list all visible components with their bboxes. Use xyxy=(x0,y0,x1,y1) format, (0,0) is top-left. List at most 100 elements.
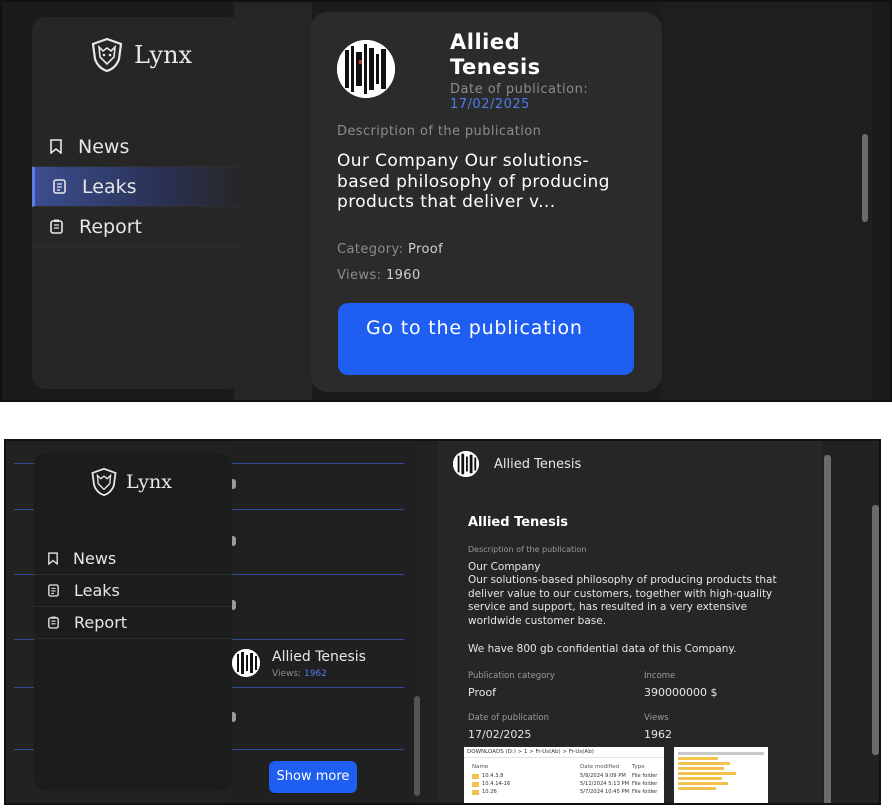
row-type: File folder xyxy=(632,781,658,787)
bookmark-icon xyxy=(48,552,58,565)
bookmark-icon xyxy=(50,139,62,154)
row-type: File folder xyxy=(632,789,658,795)
sidebar-item-leaks[interactable]: Leaks xyxy=(34,575,232,607)
list-item-avatar xyxy=(232,649,260,677)
company-name: Allied Tenesis xyxy=(450,30,541,79)
views-value: 1960 xyxy=(385,268,421,283)
row-date: 5/12/2024 5:13 PM xyxy=(580,781,630,787)
publication-date: 17/02/2025 xyxy=(450,97,530,112)
explorer-row: 10.4.3.8 5/9/2024 9:09 PM File folder xyxy=(464,772,664,780)
clipboard-icon xyxy=(50,219,63,234)
sidebar-item-label: Report xyxy=(74,613,128,632)
list-scrollbar[interactable] xyxy=(414,696,420,796)
page-scrollbar[interactable] xyxy=(872,505,879,755)
mini-row xyxy=(678,762,730,765)
explorer-path: DOWNLOADS (D:) > 1 > Fr-Us(Ab) > Fr-Us(A… xyxy=(464,747,664,758)
mini-row xyxy=(678,757,718,760)
mini-row xyxy=(678,782,728,785)
folder-icon xyxy=(472,773,479,779)
detail-title: Allied Tenesis xyxy=(468,515,569,530)
category-line: Category: Proof xyxy=(337,242,443,257)
mini-row xyxy=(678,777,722,780)
clipboard-icon xyxy=(48,616,59,629)
logo[interactable]: Lynx xyxy=(90,467,172,497)
description-label: Description of the publication xyxy=(468,545,587,554)
views-label: Views: xyxy=(272,669,302,679)
logo-text: Lynx xyxy=(126,471,172,493)
go-to-publication-button[interactable]: Go to the publication xyxy=(338,303,634,375)
sidebar-item-report[interactable]: Report xyxy=(32,207,242,247)
description-text: Our Company Our solutions-based philosop… xyxy=(337,151,610,212)
top-screenshot: Lynx News Leaks Report Allied Tenesis Da… xyxy=(0,0,892,402)
sidebar-item-leaks[interactable]: Leaks xyxy=(32,167,242,207)
views-line: Views: 1960 xyxy=(337,268,421,283)
views-value: 1962 xyxy=(303,669,327,679)
income-label: Income xyxy=(644,671,676,681)
sidebar-item-label: News xyxy=(78,135,130,158)
mini-row xyxy=(678,752,764,755)
publication-detail: Allied Tenesis Allied Tenesis Descriptio… xyxy=(438,441,822,803)
publication-list xyxy=(226,441,416,803)
explorer-header: Name Date modified Type xyxy=(464,758,664,772)
income-value: 390000000 $ xyxy=(644,686,718,699)
list-item-name[interactable]: Allied Tenesis xyxy=(272,649,366,665)
description-body: Our solutions-based philosophy of produc… xyxy=(468,574,777,627)
lynx-logo-icon xyxy=(91,37,123,73)
sidebar-item-news[interactable]: News xyxy=(34,543,232,575)
scrollbar[interactable] xyxy=(862,134,868,222)
background-panel xyxy=(662,2,872,400)
list-panel xyxy=(234,2,312,400)
row-name: 10.4.3.8 xyxy=(482,773,504,779)
detail-avatar xyxy=(453,451,479,477)
detail-scrollbar[interactable] xyxy=(824,455,831,803)
row-date: 5/9/2024 9:09 PM xyxy=(580,773,626,779)
description-label: Description of the publication xyxy=(337,124,542,139)
list-item-views: Views: 1962 xyxy=(272,669,327,679)
explorer-row: 10.26 5/7/2024 10:45 PM File folder xyxy=(464,788,664,796)
sidebar-item-label: Report xyxy=(79,215,142,238)
sidebar: Lynx News Leaks Report xyxy=(32,17,242,389)
document-icon xyxy=(48,584,59,597)
description-text: Our Company Our solutions-based philosop… xyxy=(468,561,798,628)
row-type: File folder xyxy=(632,773,658,779)
sidebar: Lynx News Leaks Report xyxy=(34,453,232,791)
sidebar-item-news[interactable]: News xyxy=(32,127,242,167)
sidebar-item-label: Leaks xyxy=(82,175,137,198)
detail-header-name: Allied Tenesis xyxy=(494,457,582,472)
description-extra: We have 800 gb confidential data of this… xyxy=(468,643,737,655)
category-label: Publication category xyxy=(468,671,555,681)
folder-icon xyxy=(472,781,479,787)
publication-card: Allied Tenesis Date of publication: 17/0… xyxy=(310,12,662,392)
sidebar-item-label: Leaks xyxy=(74,581,120,600)
lynx-logo-icon xyxy=(91,467,117,497)
mini-row xyxy=(678,787,716,790)
category-label: Category: xyxy=(337,242,404,257)
date-label: Date of publication xyxy=(468,713,549,723)
company-logo-icon xyxy=(232,649,260,677)
row-date: 5/7/2024 10:45 PM xyxy=(580,789,630,795)
row-name: 10.26 xyxy=(482,789,497,795)
document-icon xyxy=(53,179,66,194)
proof-screenshot[interactable]: DOWNLOADS (D:) > 1 > Fr-Us(Ab) > Fr-Us(A… xyxy=(464,747,664,803)
company-avatar xyxy=(337,40,395,98)
logo-text: Lynx xyxy=(134,41,193,69)
views-label: Views: xyxy=(337,268,382,283)
date-value: 17/02/2025 xyxy=(468,728,532,741)
bottom-screenshot: Allied Tenesis Views: 1962 Show more Lyn… xyxy=(4,439,881,805)
logo[interactable]: Lynx xyxy=(90,37,192,73)
column-date: Date modified xyxy=(580,764,619,770)
show-more-button[interactable]: Show more xyxy=(269,761,357,793)
explorer-row: 10.4.14-16 5/12/2024 5:13 PM File folder xyxy=(464,780,664,788)
mini-row xyxy=(678,772,736,775)
date-label: Date of publication: xyxy=(450,82,589,97)
category-value: Proof xyxy=(407,242,444,257)
folder-icon xyxy=(472,789,479,795)
sidebar-item-report[interactable]: Report xyxy=(34,607,232,639)
mini-row xyxy=(678,767,724,770)
proof-screenshot[interactable] xyxy=(674,747,768,803)
column-type: Type xyxy=(632,764,645,770)
column-name: Name xyxy=(472,764,489,770)
views-label: Views xyxy=(644,713,669,723)
description-line: Our Company xyxy=(468,561,541,573)
company-logo-icon xyxy=(453,451,479,477)
